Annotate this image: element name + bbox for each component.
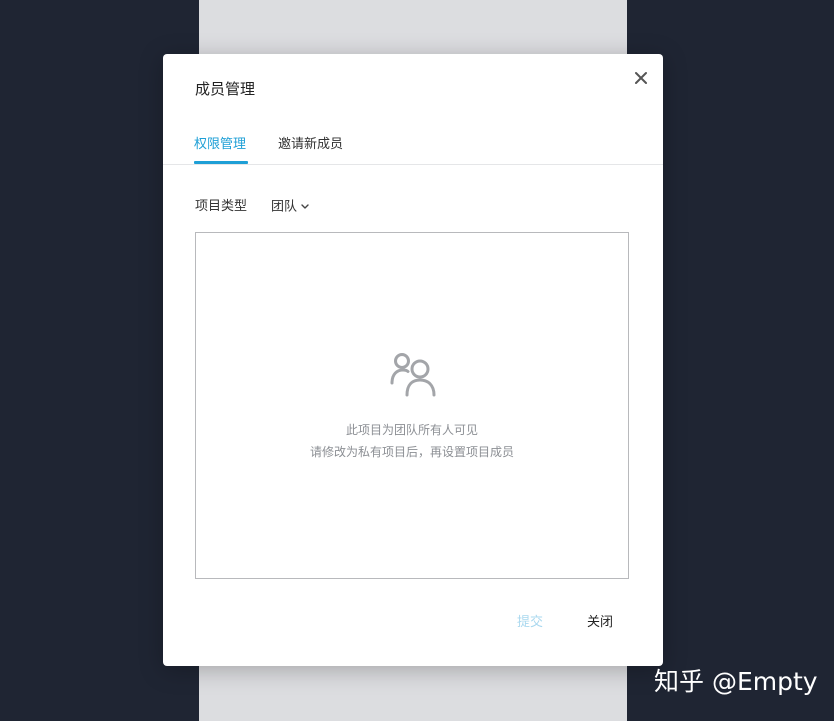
users-icon [390,353,436,397]
project-type-select[interactable]: 团队 [271,198,309,217]
watermark-text: 知乎 @Empty [654,667,818,696]
member-management-dialog: 成员管理 权限管理 邀请新成员 项目类型 团队 此项目为团队所有人可见 请修改为… [163,54,663,666]
empty-state-message-2: 请修改为私有项目后，再设置项目成员 [309,445,514,459]
submit-button[interactable]: 提交 [517,614,543,632]
project-type-value: 团队 [271,199,298,215]
tab-permission-management[interactable]: 权限管理 [194,136,246,162]
close-button[interactable] [631,68,651,88]
empty-state-message-1: 此项目为团队所有人可见 [345,423,478,437]
dialog-title: 成员管理 [195,80,256,98]
active-tab-indicator [194,161,248,164]
close-dialog-button[interactable]: 关闭 [587,614,613,632]
tab-bar: 权限管理 邀请新成员 [163,132,663,165]
chevron-down-icon [301,198,309,216]
project-type-label: 项目类型 [195,199,248,214]
tab-invite-new-member[interactable]: 邀请新成员 [278,136,343,162]
close-icon [635,72,647,84]
members-empty-state: 此项目为团队所有人可见 请修改为私有项目后，再设置项目成员 [195,232,629,579]
